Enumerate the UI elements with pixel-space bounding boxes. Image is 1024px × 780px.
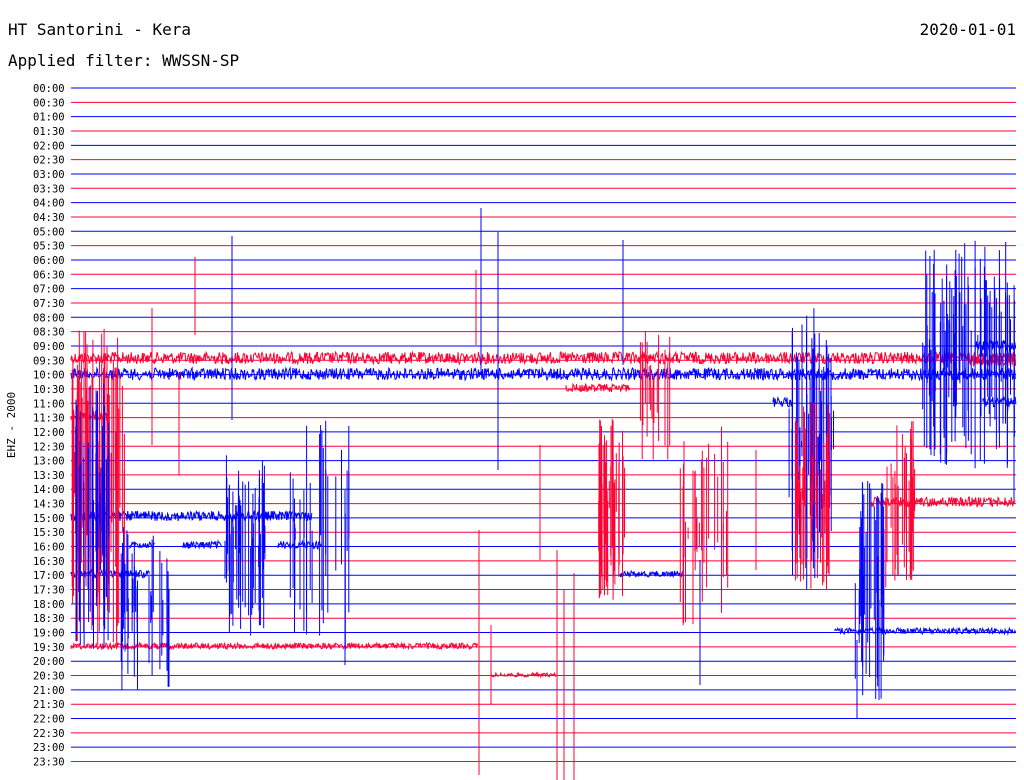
trace-1430 (871, 495, 1016, 509)
row-tick-label: 07:00 (33, 284, 65, 296)
row-tick-label: 12:00 (33, 427, 65, 439)
row-tick-label: 21:30 (33, 699, 65, 711)
row-tick-label: 11:00 (33, 398, 65, 410)
row-tick-label: 07:30 (33, 298, 65, 310)
row-tick-label: 05:30 (33, 241, 65, 253)
seismogram-chart: 00:00 00:30 01:00 01:30 02:00 02:30 03:00 03:30… (33, 83, 1017, 780)
row-tick-label: 15:00 (33, 513, 65, 525)
row-tick-label: 10:30 (33, 384, 65, 396)
noise-band (70, 568, 150, 580)
row-tick-label: 16:00 (33, 542, 65, 554)
row-tick-label: 17:00 (33, 570, 65, 582)
row-tick-label: 08:00 (33, 312, 65, 324)
row-tick-label: 06:30 (33, 269, 65, 281)
row-tick-label: 15:30 (33, 527, 65, 539)
row-tick-label: 13:30 (33, 470, 65, 482)
trace-0930 (70, 350, 1016, 366)
noise-band (182, 539, 222, 550)
row-tick-label: 19:00 (33, 628, 65, 640)
row-tick-label: 00:00 (33, 83, 65, 95)
row-tick-label: 02:30 (33, 155, 65, 167)
row-tick-label: 18:00 (33, 599, 65, 611)
row-tick-label: 20:00 (33, 656, 65, 668)
row-tick-label: 23:00 (33, 742, 65, 754)
row-tick-label: 09:30 (33, 355, 65, 367)
row-tick-label: 04:00 (33, 198, 65, 210)
row-tick-label: 21:00 (33, 685, 65, 697)
row-tick-label: 01:00 (33, 112, 65, 124)
row-tick-label: 20:30 (33, 671, 65, 683)
row-tick-label: 02:00 (33, 140, 65, 152)
trace-1930 (70, 641, 479, 651)
row-tick-label: 19:30 (33, 642, 65, 654)
row-tick-label: 16:30 (33, 556, 65, 568)
noise-band (490, 671, 556, 679)
row-tick-label: 03:30 (33, 183, 65, 195)
row-tick-label: 17:30 (33, 585, 65, 597)
row-tick-label: 11:30 (33, 413, 65, 425)
row-tick-label: 09:00 (33, 341, 65, 353)
row-tick-label: 10:00 (33, 370, 65, 382)
row-tick-label: 14:30 (33, 499, 65, 511)
row-tick-label: 22:00 (33, 714, 65, 726)
row-tick-label: 01:30 (33, 126, 65, 138)
noise-band (565, 382, 631, 393)
row-tick-label: 13:00 (33, 456, 65, 468)
row-tick-label: 05:00 (33, 226, 65, 238)
noise-band (619, 569, 683, 579)
row-tick-label: 12:30 (33, 441, 65, 453)
row-tick-label: 08:30 (33, 327, 65, 339)
row-tick-label: 03:00 (33, 169, 65, 181)
trace-1000 (70, 366, 1016, 382)
row-tick-label: 06:00 (33, 255, 65, 267)
row-tick-label: 14:00 (33, 484, 65, 496)
row-tick-label: 18:30 (33, 613, 65, 625)
row-tick-label: 00:30 (33, 97, 65, 109)
row-tick-label: 23:30 (33, 757, 65, 769)
noise-band (772, 396, 794, 408)
row-tick-label: 22:30 (33, 728, 65, 740)
row-tick-label: 04:30 (33, 212, 65, 224)
